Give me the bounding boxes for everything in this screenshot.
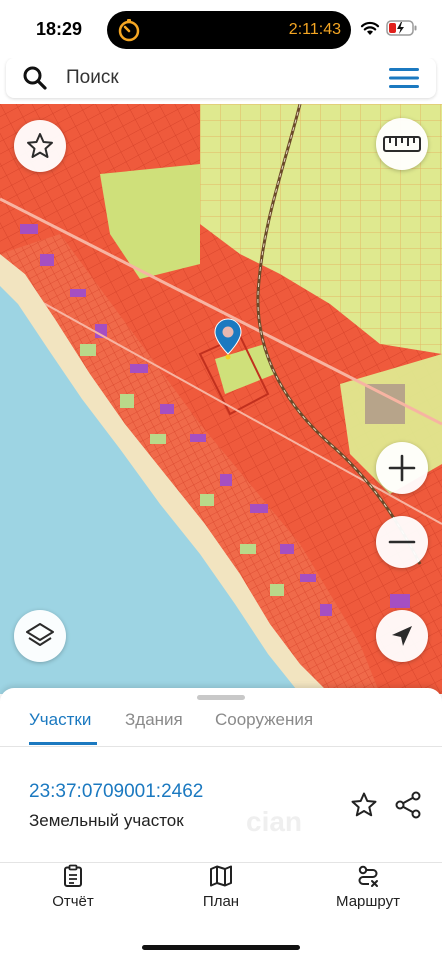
parcel-type: Земельный участок [29, 811, 184, 830]
tab-parcels[interactable]: Участки [29, 710, 91, 730]
zoom-out-icon [388, 540, 416, 544]
home-indicator[interactable] [142, 945, 300, 950]
report-clipboard-icon [64, 864, 82, 887]
sheet-drag-handle[interactable] [197, 695, 245, 700]
zoom-in-button[interactable] [376, 442, 428, 494]
share-icon[interactable] [394, 791, 422, 819]
stopwatch-icon [118, 19, 140, 42]
cadastral-map[interactable] [0, 104, 442, 694]
map-plan-icon [210, 865, 232, 887]
wifi-icon [360, 21, 380, 35]
bottom-sheet: Участки Здания Сооружения cian 23:37:070… [0, 688, 442, 960]
tab-bar: Участки Здания Сооружения [0, 706, 442, 747]
dynamic-island[interactable]: 2:11:43 [107, 11, 351, 49]
cian-watermark: cian [246, 806, 303, 837]
bottom-navigation: Отчёт План Маршрут [0, 864, 442, 928]
tab-structures[interactable]: Сооружения [215, 710, 313, 730]
route-icon [358, 865, 378, 887]
active-tab-indicator [29, 742, 97, 745]
map-canvas[interactable] [0, 104, 442, 694]
layers-button[interactable] [14, 610, 66, 662]
status-bar: 18:29 2:11:43 [0, 0, 442, 58]
location-pin-icon[interactable] [214, 318, 242, 360]
locate-button[interactable] [376, 610, 428, 662]
status-time: 18:29 [36, 19, 83, 39]
search-bar [6, 58, 436, 98]
search-input[interactable] [66, 66, 366, 90]
search-icon[interactable] [22, 65, 48, 91]
nav-plan[interactable]: План [161, 864, 281, 910]
parcel-list-item[interactable]: cian 23:37:0709001:2462 Земельный участо… [0, 758, 442, 863]
nav-report[interactable]: Отчёт [13, 864, 133, 910]
nav-route[interactable]: Маршрут [308, 864, 428, 910]
nav-route-label: Маршрут [336, 893, 400, 910]
zoom-out-button[interactable] [376, 516, 428, 568]
locate-arrow-icon [392, 626, 412, 646]
hamburger-menu-icon[interactable] [388, 67, 420, 89]
battery-charging-icon [386, 20, 417, 36]
measure-button[interactable] [376, 118, 428, 170]
star-outline-icon[interactable] [350, 791, 378, 819]
favorite-star-icon [27, 133, 53, 158]
parcel-cadastral-number[interactable]: 23:37:0709001:2462 [29, 781, 203, 803]
nav-report-label: Отчёт [52, 893, 94, 910]
favorite-button[interactable] [14, 120, 66, 172]
layers-icon [26, 623, 54, 646]
nav-plan-label: План [202, 893, 240, 910]
timer-readout: 2:11:43 [288, 21, 341, 38]
zoom-in-icon [388, 454, 416, 482]
tab-buildings[interactable]: Здания [125, 710, 183, 730]
ruler-icon [383, 136, 421, 152]
